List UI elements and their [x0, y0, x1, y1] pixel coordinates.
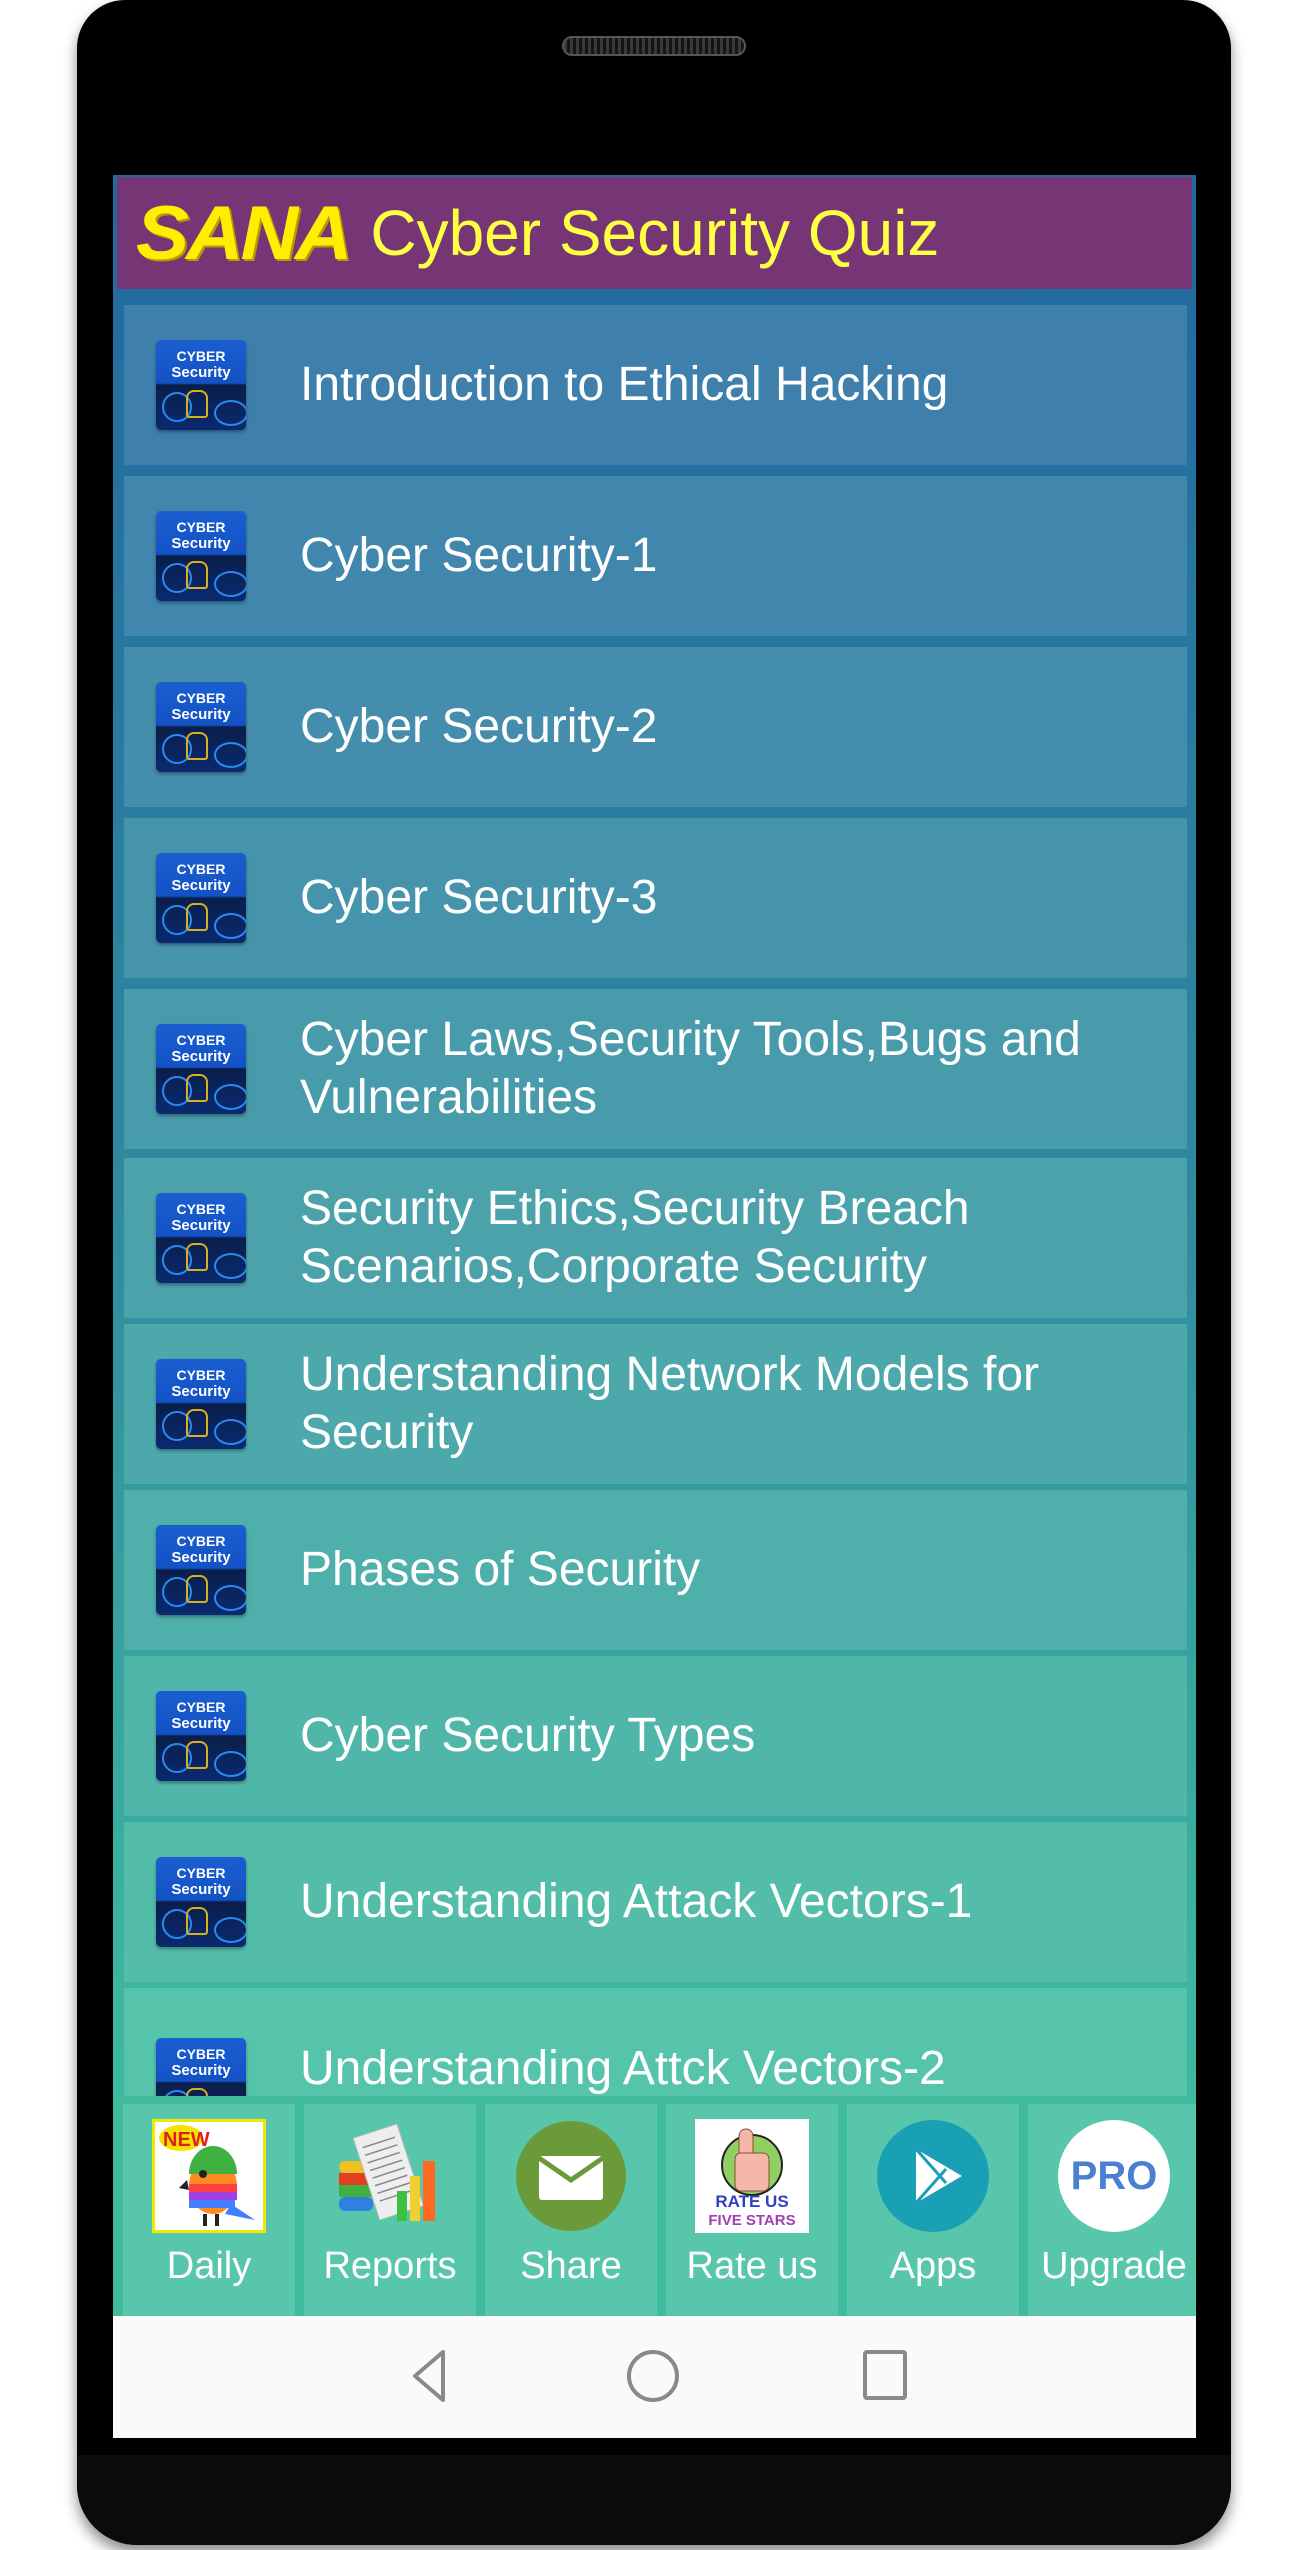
share-button[interactable]: Share — [485, 2104, 657, 2316]
topic-list-item[interactable]: CYBER Security Cyber Security-2 — [124, 647, 1187, 807]
upgrade-button[interactable]: PRO Upgrade — [1028, 2104, 1196, 2316]
recents-button[interactable] — [855, 2346, 915, 2406]
brand-logo: SANA — [135, 190, 353, 276]
topic-label: Cyber Security-2 — [300, 700, 658, 753]
topic-list-item[interactable]: CYBER Security Understanding Attck Vectors… — [124, 1988, 1187, 2098]
share-label: Share — [520, 2245, 622, 2287]
daily-label: Daily — [166, 2245, 252, 2287]
reports-chart-icon — [333, 2119, 447, 2233]
pro-icon: PRO — [1057, 2119, 1171, 2233]
cyber-security-icon: CYBER Security — [156, 1857, 246, 1947]
topic-label: Understanding Network Models for Securit… — [300, 1348, 1040, 1459]
mail-icon — [514, 2119, 628, 2233]
back-icon — [413, 2350, 445, 2402]
topic-list-item[interactable]: CYBER Security Cyber Security Types — [124, 1656, 1187, 1816]
topic-label: Security Ethics,Security Breach Scenario… — [300, 1182, 970, 1293]
topic-label: Phases of Security — [300, 1543, 701, 1596]
topic-label: Understanding Attck Vectors-2 — [300, 2042, 946, 2095]
upgrade-label: Upgrade — [1041, 2245, 1187, 2287]
rate-us-label: Rate us — [686, 2245, 818, 2287]
topic-list-item[interactable]: CYBER Security Understanding Attack Vector… — [124, 1822, 1187, 1982]
phone-chin — [77, 2455, 1231, 2545]
svg-text:NEW: NEW — [163, 2129, 210, 2151]
recents-icon — [863, 2350, 907, 2400]
topic-list-item[interactable]: CYBER Security Phases of Security — [124, 1490, 1187, 1650]
topic-list-item[interactable]: CYBER Security Understanding Network Model… — [124, 1324, 1187, 1484]
cyber-security-icon: CYBER Security — [156, 511, 246, 601]
cyber-security-icon: CYBER Security — [156, 1525, 246, 1615]
svg-text:PRO: PRO — [1071, 2154, 1158, 2198]
play-store-icon — [876, 2119, 990, 2233]
apps-button[interactable]: Apps — [847, 2104, 1019, 2316]
daily-button[interactable]: NEW Daily — [123, 2104, 295, 2316]
topic-list-item[interactable]: CYBER Security Introduction to Ethical Hac… — [124, 305, 1187, 465]
cyber-security-icon: CYBER Security — [156, 1193, 246, 1283]
cyber-security-icon: CYBER Security — [156, 1359, 246, 1449]
app-header: SANA Cyber Security Quiz — [117, 177, 1192, 289]
topic-list-item[interactable]: CYBER Security Cyber Security-3 — [124, 818, 1187, 978]
topic-label: Introduction to Ethical Hacking — [300, 358, 949, 411]
rate-us-button[interactable]: RATE US FIVE STARS Rate us — [666, 2104, 838, 2316]
topic-label: Cyber Security Types — [300, 1709, 756, 1762]
cyber-security-icon: CYBER Security — [156, 1691, 246, 1781]
topic-list-item[interactable]: CYBER Security Security Ethics,Security Br… — [124, 1158, 1187, 1318]
cyber-security-icon: CYBER Security — [156, 340, 246, 430]
page-title: Cyber Security Quiz — [370, 197, 940, 269]
rate-us-thumbs-up-icon: RATE US FIVE STARS — [695, 2119, 809, 2233]
home-icon — [627, 2350, 679, 2402]
cyber-security-icon: CYBER Security — [156, 682, 246, 772]
reports-button[interactable]: Reports — [304, 2104, 476, 2316]
home-button[interactable] — [623, 2346, 683, 2406]
new-bird-icon: NEW — [152, 2119, 266, 2233]
topic-label: Understanding Attack Vectors-1 — [300, 1875, 973, 1928]
topic-label: Cyber Laws,Security Tools,Bugs and Vulne… — [300, 1013, 1081, 1124]
reports-label: Reports — [323, 2245, 457, 2287]
apps-label: Apps — [889, 2245, 977, 2287]
topic-label: Cyber Security-1 — [300, 529, 658, 582]
app-screen: SANA Cyber Security Quiz CYBER Security In… — [113, 175, 1196, 2438]
bottom-toolbar: NEW Daily Reports Share RATE US FIVE STA… — [113, 2096, 1196, 2316]
topic-label: Cyber Security-3 — [300, 871, 658, 924]
back-button[interactable] — [399, 2346, 459, 2406]
android-nav-bar — [113, 2316, 1196, 2438]
topic-list-item[interactable]: CYBER Security Cyber Security-1 — [124, 476, 1187, 636]
cyber-security-icon: CYBER Security — [156, 853, 246, 943]
svg-text:FIVE STARS: FIVE STARS — [708, 2212, 795, 2229]
cyber-security-icon: CYBER Security — [156, 2038, 246, 2098]
topic-list-item[interactable]: CYBER Security Cyber Laws,Security Tools,B… — [124, 989, 1187, 1149]
cyber-security-icon: CYBER Security — [156, 1024, 246, 1114]
svg-text:RATE US: RATE US — [715, 2192, 788, 2211]
phone-speaker — [562, 36, 746, 56]
